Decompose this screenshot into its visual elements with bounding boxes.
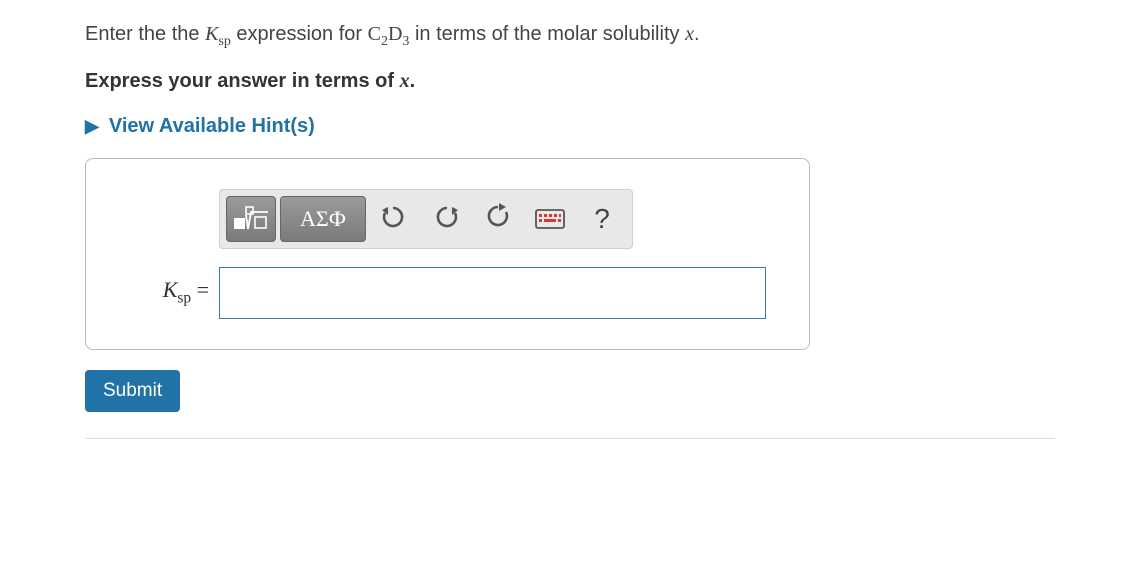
reset-icon [485,203,511,235]
submit-button[interactable]: Submit [85,370,180,412]
greek-icon: ΑΣФ [300,206,346,232]
question-text: Enter the the Ksp expression for C2D3 in… [85,20,1055,52]
hints-toggle[interactable]: ▶ View Available Hint(s) [85,115,315,138]
answer-label: Ksp = [111,277,209,307]
redo-button[interactable] [422,196,470,242]
math-templates-icon [232,204,270,234]
reset-button[interactable] [474,196,522,242]
undo-button[interactable] [370,196,418,242]
hints-label: View Available Hint(s) [109,115,315,138]
greek-letters-button[interactable]: ΑΣФ [280,196,366,242]
math-templates-button[interactable] [226,196,276,242]
help-button[interactable]: ? [578,196,626,242]
help-icon: ? [594,203,610,235]
answer-box: ΑΣФ [85,158,810,350]
equation-toolbar: ΑΣФ [219,189,633,249]
keyboard-icon [535,209,565,229]
keyboard-button[interactable] [526,196,574,242]
answer-input[interactable] [219,267,766,319]
answer-input-row: Ksp = [111,267,784,319]
instruction-text: Express your answer in terms of x. [85,70,1055,93]
divider [85,438,1055,439]
triangle-right-icon: ▶ [85,116,99,137]
redo-icon [433,204,459,234]
undo-icon [381,204,407,234]
